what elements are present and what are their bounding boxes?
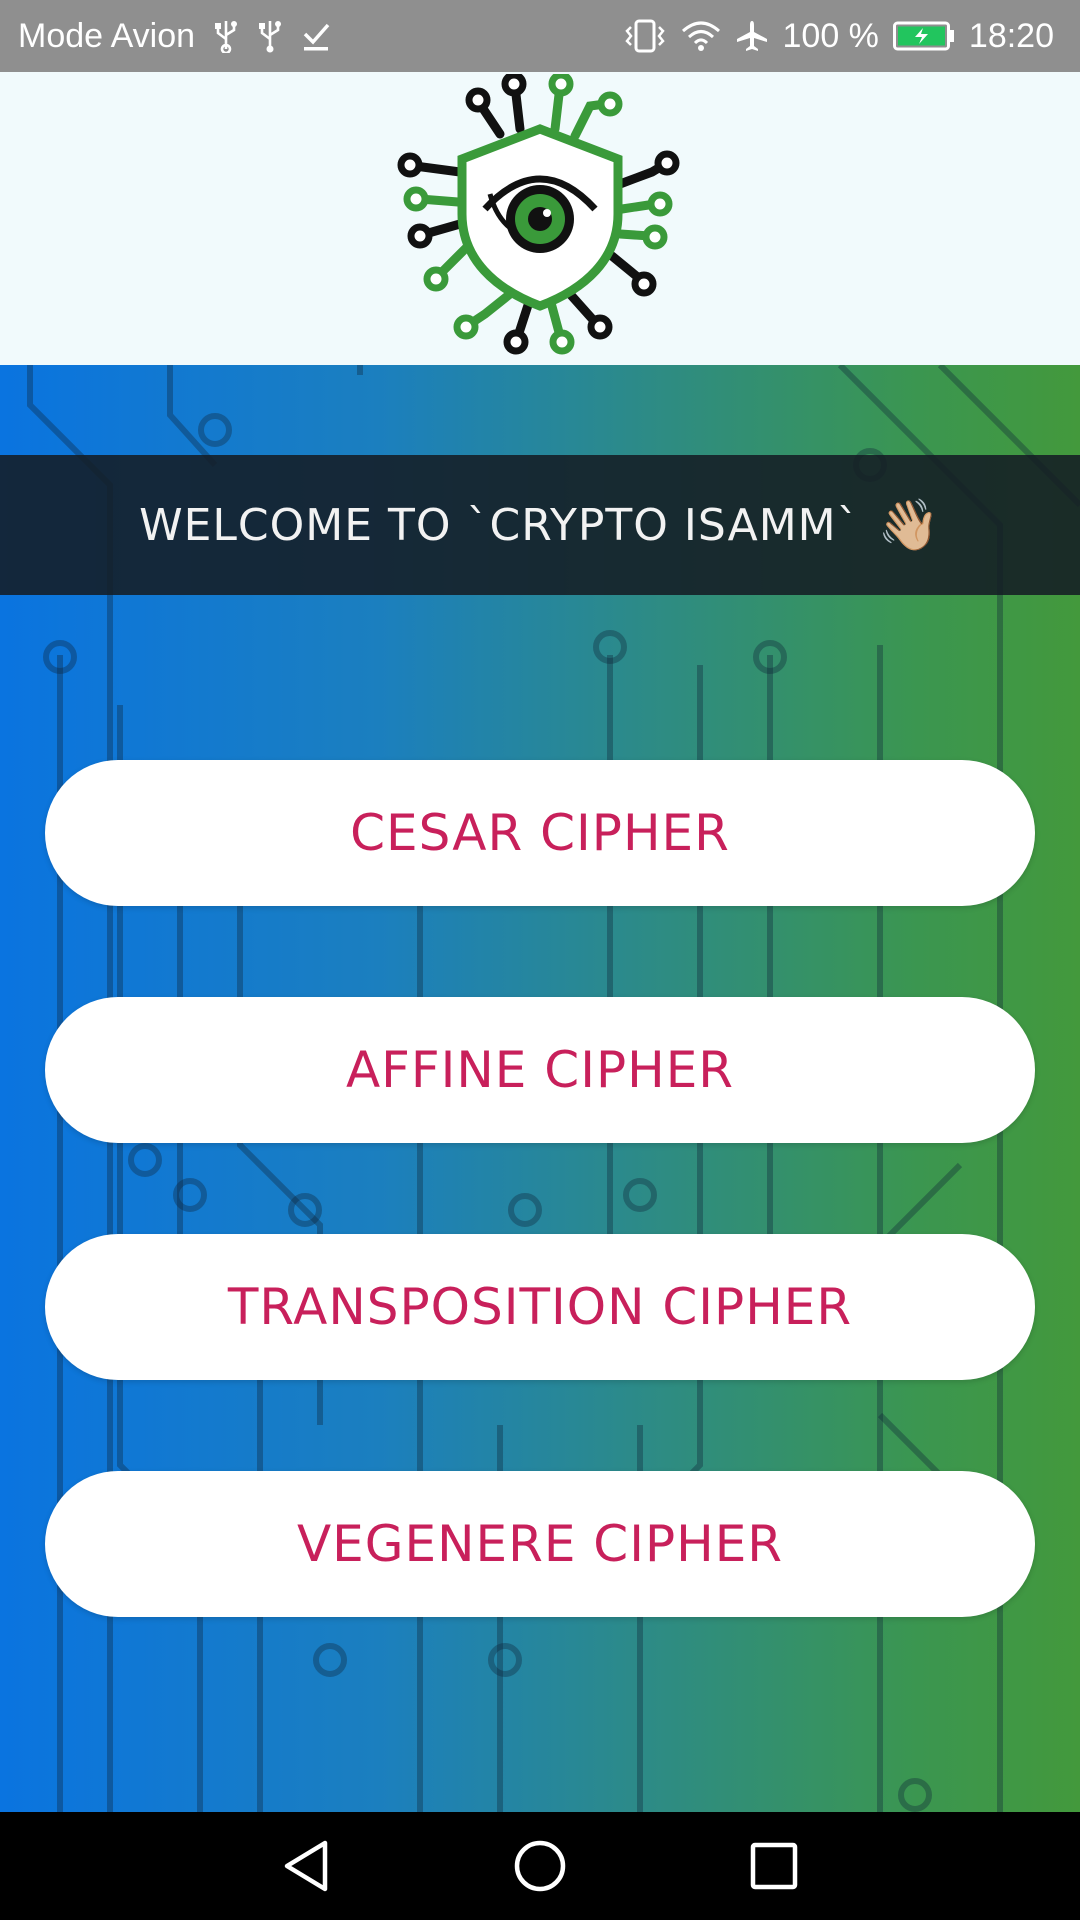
status-bar-right: 100 % 18:20 <box>609 16 1054 56</box>
usb-icon <box>257 19 283 53</box>
affine-cipher-button[interactable]: AFFINE CIPHER <box>45 997 1035 1143</box>
navigation-bar <box>0 1812 1080 1920</box>
vibrate-icon <box>623 18 667 54</box>
download-done-icon <box>301 20 331 52</box>
back-button[interactable] <box>246 1812 366 1920</box>
battery-percent: 100 % <box>782 16 879 55</box>
usb-icon <box>213 19 239 53</box>
recents-icon <box>750 1842 798 1890</box>
recents-button[interactable] <box>714 1812 834 1920</box>
status-bar-left: Mode Avion <box>18 17 349 56</box>
eye-shield-circuit-logo <box>397 73 680 354</box>
home-button[interactable] <box>480 1812 600 1920</box>
home-icon <box>514 1840 566 1892</box>
transposition-cipher-button[interactable]: TRANSPOSITION CIPHER <box>45 1234 1035 1380</box>
app-header <box>0 72 1080 365</box>
main-content: WELCOME TO `CRYPTO ISAMM` 👋🏼 CESAR CIPHE… <box>0 365 1080 1812</box>
waving-hand-icon: 👋🏼 <box>877 495 941 554</box>
welcome-banner: WELCOME TO `CRYPTO ISAMM` 👋🏼 <box>0 455 1080 595</box>
wifi-icon <box>681 19 721 53</box>
status-bar: Mode Avion 100 % 18:20 <box>0 0 1080 72</box>
carrier-label: Mode Avion <box>18 16 196 55</box>
cesar-cipher-button[interactable]: CESAR CIPHER <box>45 760 1035 906</box>
battery-charging-icon <box>892 21 955 51</box>
clock: 18:20 <box>968 16 1054 55</box>
app-screen: Mode Avion 100 % 18:20 WELCOME TO `CRYPT… <box>0 0 1080 1920</box>
back-icon <box>284 1840 328 1892</box>
welcome-text: WELCOME TO `CRYPTO ISAMM` <box>139 499 860 551</box>
airplane-icon <box>735 19 769 53</box>
vegenere-cipher-button[interactable]: VEGENERE CIPHER <box>45 1471 1035 1617</box>
